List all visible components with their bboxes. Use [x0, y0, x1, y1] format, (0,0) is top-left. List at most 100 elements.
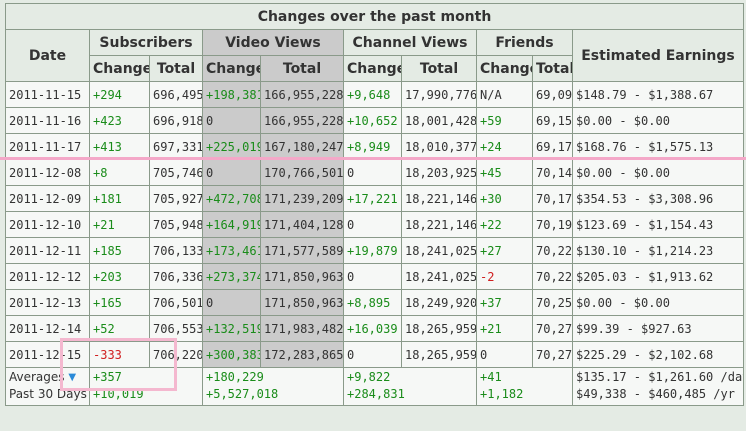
table-row: 2011-12-09 +181 705,927 +472,708 171,239,209… [5, 185, 744, 212]
date-cell: 2011-12-11 [5, 237, 90, 264]
date-cell: 2011-12-12 [5, 263, 90, 290]
video-views-change-cell: +273,374 [202, 263, 261, 290]
subscribers-total-cell: 696,918 [149, 107, 203, 134]
channel-views-total-cell: 18,265,959 [401, 315, 477, 342]
subheader-change: Change [476, 55, 533, 82]
estimated-earnings-cell: $99.39 - $927.63 [572, 315, 744, 342]
friends-change-cell: +59 [476, 107, 533, 134]
friends-total-cell: 70,143 [532, 159, 573, 186]
friends-total-cell: 70,173 [532, 185, 573, 212]
header-estimated-earnings: Estimated Earnings [572, 29, 744, 82]
date-cell: 2011-12-15 [5, 341, 90, 368]
header-channel-views: Channel Views [343, 29, 477, 56]
friends-change-cell: N/A [476, 81, 533, 108]
subscribers-total-cell: 706,133 [149, 237, 203, 264]
channel-views-total-cell: 18,203,925 [401, 159, 477, 186]
table-row: 2011-11-16 +423 696,918 0 166,955,228 +10,652… [5, 107, 744, 134]
subscribers-change-cell: +423 [89, 107, 150, 134]
table-body: 2011-11-15 +294 696,495 +198,381 166,955,228… [5, 81, 744, 368]
subheader-total: Total [260, 55, 344, 82]
subheader-total: Total [149, 55, 203, 82]
channel-views-total-cell: 18,221,146 [401, 185, 477, 212]
subscribers-change-cell: +8 [89, 159, 150, 186]
estimated-earnings-cell: $0.00 - $0.00 [572, 289, 744, 316]
table-row: 2011-12-08 +8 705,746 0 170,766,501 0 18,203,9… [5, 159, 744, 186]
stats-table: Changes over the past month Date Subscri… [5, 3, 744, 406]
video-views-total-cell: 171,577,589 [260, 237, 344, 264]
past30-subscribers: +10,019 [93, 387, 144, 401]
channel-views-change-cell: +19,879 [343, 237, 402, 264]
friends-total-cell: 70,257 [532, 289, 573, 316]
estimated-earnings-cell: $0.00 - $0.00 [572, 159, 744, 186]
video-views-change-cell: 0 [202, 159, 261, 186]
video-views-total-cell: 171,850,963 [260, 289, 344, 316]
subscribers-change-cell: +294 [89, 81, 150, 108]
video-views-total-cell: 170,766,501 [260, 159, 344, 186]
channel-views-change-cell: +9,648 [343, 81, 402, 108]
subheader-total: Total [401, 55, 477, 82]
friends-total-cell: 69,179 [532, 133, 573, 160]
video-views-total-cell: 166,955,228 [260, 107, 344, 134]
subscribers-total-cell: 705,927 [149, 185, 203, 212]
past30-friends: +1,182 [480, 387, 524, 401]
avg-video-views-cell: +180,229 +5,527,018 [202, 367, 344, 406]
past30-earnings: $49,338 - $460,485 /yr [576, 387, 735, 401]
video-views-change-cell: +472,708 [202, 185, 261, 212]
subscribers-total-cell: 706,220 [149, 341, 203, 368]
channel-views-change-cell: +10,652 [343, 107, 402, 134]
past30-video-views: +5,527,018 [206, 387, 279, 401]
video-views-total-cell: 171,404,128 [260, 211, 344, 238]
subheader-total: Total [532, 55, 573, 82]
subscribers-total-cell: 705,746 [149, 159, 203, 186]
friends-total-cell: 70,222 [532, 237, 573, 264]
friends-total-cell: 70,278 [532, 341, 573, 368]
video-views-change-cell: +198,381 [202, 81, 261, 108]
date-cell: 2011-12-08 [5, 159, 90, 186]
friends-change-cell: +30 [476, 185, 533, 212]
friends-change-cell: +22 [476, 211, 533, 238]
channel-views-change-cell: +8,895 [343, 289, 402, 316]
avg-friends-cell: +41 +1,182 [476, 367, 573, 406]
table-row: 2011-11-17 +413 697,331 +225,019 167,180,247… [5, 133, 744, 160]
table-row: 2011-12-15 -333 706,220 +300,383 172,283,865… [5, 341, 744, 368]
video-views-change-cell: +132,519 [202, 315, 261, 342]
avg-friends: +41 [480, 370, 502, 384]
channel-views-total-cell: 18,265,959 [401, 341, 477, 368]
table-row: 2011-12-10 +21 705,948 +164,919 171,404,128 0… [5, 211, 744, 238]
subscribers-total-cell: 705,948 [149, 211, 203, 238]
friends-total-cell: 69,096 [532, 81, 573, 108]
avg-earnings: $135.17 - $1,261.60 /day [576, 370, 744, 384]
table-row: 2011-12-12 +203 706,336 +273,374 171,850,963… [5, 263, 744, 290]
date-cell: 2011-11-16 [5, 107, 90, 134]
subscribers-change-cell: +185 [89, 237, 150, 264]
avg-subscribers-cell: +357 +10,019 [89, 367, 203, 406]
date-cell: 2011-12-13 [5, 289, 90, 316]
subscribers-change-cell: +165 [89, 289, 150, 316]
friends-change-cell: -2 [476, 263, 533, 290]
highlight-line [0, 157, 746, 160]
header-video-views: Video Views [202, 29, 344, 56]
estimated-earnings-cell: $123.69 - $1,154.43 [572, 211, 744, 238]
estimated-earnings-cell: $354.53 - $3,308.96 [572, 185, 744, 212]
date-cell: 2011-11-17 [5, 133, 90, 160]
subscribers-change-cell: +181 [89, 185, 150, 212]
date-cell: 2011-12-10 [5, 211, 90, 238]
channel-views-total-cell: 18,249,920 [401, 289, 477, 316]
estimated-earnings-cell: $130.10 - $1,214.23 [572, 237, 744, 264]
header-subscribers: Subscribers [89, 29, 203, 56]
video-views-total-cell: 171,983,482 [260, 315, 344, 342]
channel-views-total-cell: 17,990,776 [401, 81, 477, 108]
table-row: 2011-12-11 +185 706,133 +173,461 171,577,589… [5, 237, 744, 264]
subheader-change: Change [89, 55, 150, 82]
past30-channel-views: +284,831 [347, 387, 405, 401]
subscribers-change-cell: -333 [89, 341, 150, 368]
averages-label: Averages [9, 370, 65, 384]
subscribers-change-cell: +21 [89, 211, 150, 238]
twitter-bird-icon[interactable]: ▼ [68, 369, 76, 386]
video-views-total-cell: 171,239,209 [260, 185, 344, 212]
subscribers-total-cell: 706,501 [149, 289, 203, 316]
avg-video-views: +180,229 [206, 370, 264, 384]
friends-change-cell: +37 [476, 289, 533, 316]
subscribers-change-cell: +413 [89, 133, 150, 160]
video-views-total-cell: 166,955,228 [260, 81, 344, 108]
